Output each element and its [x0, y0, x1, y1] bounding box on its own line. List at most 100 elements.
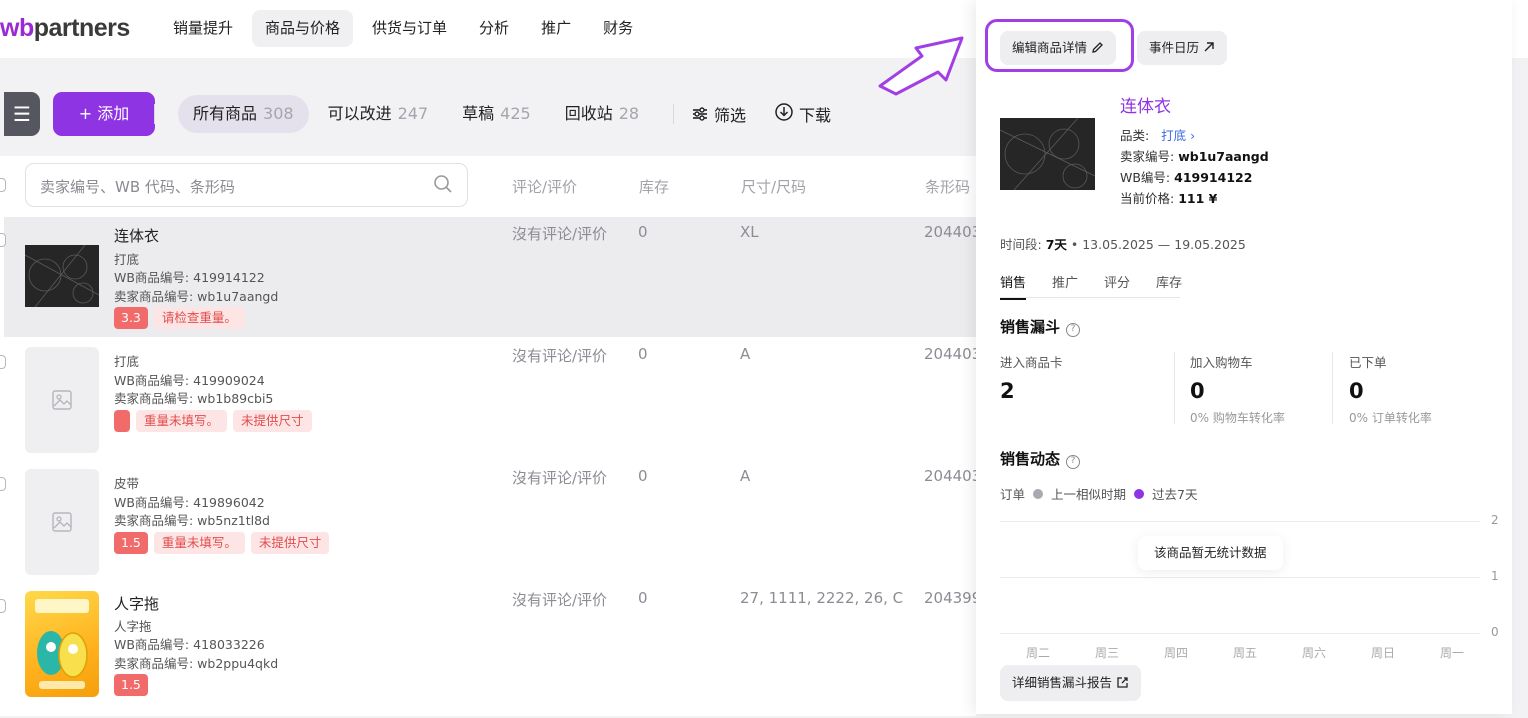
menu-supply-orders[interactable]: 供货与订单	[359, 10, 460, 47]
stat-sub: 0% 购物车转化率	[1190, 411, 1285, 425]
product-badges: 重量未填写。 未提供尺寸	[114, 410, 312, 432]
legend-prev-label[interactable]: 上一相似时期	[1051, 484, 1126, 503]
column-header-stock[interactable]: 库存	[639, 176, 669, 197]
table-header: 卖家编号、WB 代码、条形码 评论/评价 库存 尺寸/尺码 条形码	[0, 156, 976, 216]
product-seller-id: 卖家商品编号: wb1u7aangd	[114, 289, 279, 304]
tab-stock[interactable]: 库存	[1156, 272, 1182, 300]
tab-count: 308	[263, 104, 294, 123]
funnel-report-button[interactable]: 详细销售漏斗报告	[1000, 665, 1141, 701]
column-header-barcode[interactable]: 条形码	[925, 176, 970, 197]
warning-badge[interactable]: 未提供尺寸	[233, 410, 312, 432]
search-placeholder: 卖家编号、WB 代码、条形码	[40, 178, 235, 196]
product-name[interactable]: 连体衣	[114, 225, 159, 246]
chart-y-tick: 1	[1491, 569, 1499, 583]
external-arrow-icon	[1204, 42, 1214, 52]
tab-promotion[interactable]: 推广	[1052, 272, 1078, 300]
product-pattern-image	[1000, 118, 1095, 190]
rating-badge: 1.5	[114, 674, 148, 696]
period-selector[interactable]: 时间段: 7天 • 13.05.2025 — 19.05.2025	[1000, 234, 1246, 253]
image-placeholder-icon	[52, 512, 72, 532]
warning-badge[interactable]: 请检查重量。	[153, 307, 245, 329]
legend-curr-label[interactable]: 过去7天	[1152, 484, 1197, 503]
category-link[interactable]: 打底	[1161, 128, 1186, 143]
chart-gridline	[1000, 633, 1480, 634]
tab-label: 所有商品	[193, 104, 258, 123]
stat-sub: 0% 订单转化率	[1349, 411, 1432, 425]
product-category: 人字拖	[114, 619, 152, 634]
product-wb-id: WB商品编号: 419909024	[114, 373, 265, 388]
product-thumbnail[interactable]	[25, 591, 99, 697]
product-category: 皮带	[114, 476, 140, 491]
stat-label: 进入商品卡	[1000, 355, 1063, 370]
tab-count: 28	[618, 104, 640, 123]
drawer-product-title[interactable]: 连体衣	[1120, 92, 1171, 117]
logo-prefix: wb	[0, 14, 34, 42]
product-category: 打底	[114, 252, 140, 267]
help-icon[interactable]: ?	[1066, 455, 1081, 469]
tab-recycle-bin[interactable]: 回收站 28	[550, 95, 654, 133]
dynamics-title: 销售动态	[1000, 450, 1061, 468]
chart-y-tick: 0	[1491, 625, 1499, 639]
chart-y-tick: 2	[1491, 513, 1499, 527]
stock-cell: 0	[638, 589, 648, 607]
tab-sales[interactable]: 销售	[1000, 272, 1027, 300]
menu-products-prices[interactable]: 商品与价格	[252, 10, 354, 47]
menu-promotion[interactable]: 推广	[528, 10, 584, 47]
row-checkbox[interactable]	[0, 355, 6, 369]
event-calendar-button[interactable]: 事件日历	[1137, 31, 1227, 65]
select-all-checkbox[interactable]	[0, 178, 6, 192]
tab-drafts[interactable]: 草稿 425	[447, 95, 546, 133]
chevron-right-icon: ›	[1186, 128, 1196, 143]
drawer-price-row: 当前价格: 111 ¥	[1120, 188, 1217, 207]
table-row[interactable]: 人字拖 人字拖 WB商品编号: 418033226 卖家商品编号: wb2ppu…	[0, 583, 981, 713]
stat-label: 已下单	[1349, 355, 1387, 370]
menu-analytics[interactable]: 分析	[466, 10, 522, 47]
download-button[interactable]: 下载	[775, 102, 831, 126]
menu-sales-growth[interactable]: 销量提升	[160, 10, 246, 47]
column-header-reviews[interactable]: 评论/评价	[512, 176, 577, 197]
download-label: 下载	[799, 106, 832, 125]
row-checkbox[interactable]	[0, 477, 6, 491]
tab-improvable[interactable]: 可以改进 247	[313, 95, 444, 133]
seller-value: wb1u7aangd	[1178, 149, 1269, 164]
stat-value: 0	[1190, 379, 1205, 403]
tab-count: 247	[397, 104, 429, 123]
warning-badge[interactable]: 未提供尺寸	[250, 532, 330, 554]
stat-card-views: 进入商品卡 2	[1000, 352, 1063, 403]
filter-button[interactable]: 筛选	[692, 102, 746, 126]
row-checkbox[interactable]	[0, 599, 6, 613]
column-header-size[interactable]: 尺寸/尺码	[741, 176, 806, 197]
tab-rating[interactable]: 评分	[1104, 272, 1130, 300]
product-thumbnail[interactable]	[25, 347, 99, 453]
product-wb-id: WB商品编号: 418033226	[114, 637, 265, 652]
price-value: 111 ¥	[1178, 191, 1218, 206]
legend-dot-prev	[1033, 488, 1044, 499]
table-row[interactable]: 皮带 WB商品编号: 419896042 卖家商品编号: wb5nz1tl8d …	[0, 461, 981, 583]
tab-all-products[interactable]: 所有商品 308	[178, 95, 309, 133]
chart-x-tick: 周六	[1302, 646, 1327, 660]
table-row[interactable]: 连体衣 打底 WB商品编号: 419914122 卖家商品编号: wb1u7aa…	[0, 217, 981, 337]
search-input[interactable]: 卖家编号、WB 代码、条形码	[25, 163, 468, 207]
sales-dynamics-heading: 销售动态?	[1000, 448, 1081, 469]
report-label: 详细销售漏斗报告	[1012, 675, 1113, 690]
add-product-button[interactable]: + 添加	[53, 92, 155, 136]
stock-cell: 0	[638, 223, 648, 241]
warning-badge[interactable]: 重量未填写。	[153, 532, 245, 554]
menu-toggle-button[interactable]: ☰	[4, 92, 40, 136]
table-row[interactable]: 打底 WB商品编号: 419909024 卖家商品编号: wb1b89cbi5 …	[0, 339, 981, 461]
product-thumbnail[interactable]	[25, 469, 99, 575]
warning-badge[interactable]: 重量未填写。	[136, 410, 228, 432]
search-icon	[434, 175, 452, 193]
drawer-product-image[interactable]	[1000, 118, 1095, 190]
seller-label: 卖家编号:	[1120, 149, 1175, 164]
help-icon[interactable]: ?	[1066, 323, 1081, 337]
product-thumbnail[interactable]	[25, 245, 99, 307]
brand-logo[interactable]: wbpartners	[0, 14, 130, 43]
pointer-arrow-icon	[878, 36, 964, 96]
row-checkbox[interactable]	[0, 233, 6, 247]
category-label: 品类:	[1120, 128, 1150, 143]
divider	[154, 104, 155, 124]
reviews-cell: 沒有评论/评价	[512, 225, 608, 243]
product-name[interactable]: 人字拖	[114, 593, 159, 614]
menu-finance[interactable]: 财务	[590, 10, 646, 47]
